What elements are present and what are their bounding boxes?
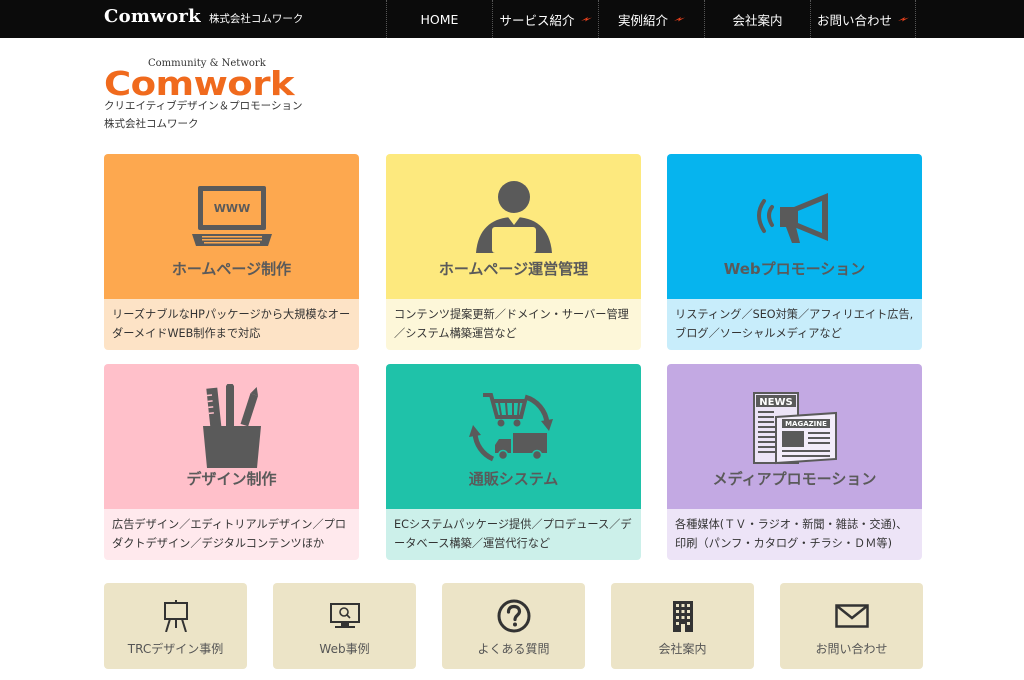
- card-title: デザイン制作: [186, 470, 277, 488]
- top-navigation-bar: Comwork 株式会社コムワーク HOME サービス紹介 実例紹介 会社案内 …: [0, 0, 1024, 38]
- nav-item-contact[interactable]: お問い合わせ: [810, 0, 916, 38]
- nav-label: HOME: [420, 11, 459, 27]
- tile-company-info[interactable]: 会社案内: [611, 583, 754, 669]
- brand-name: Comwork: [104, 6, 201, 27]
- building-icon: [611, 599, 754, 633]
- tile-label: Web事例: [319, 642, 370, 656]
- card-top: WWW ホームページ制作: [104, 154, 359, 299]
- laptop-www-icon: WWW: [104, 172, 359, 262]
- card-title: Webプロモーション: [723, 260, 866, 278]
- tile-label: 会社案内: [658, 642, 707, 656]
- service-card-ec-system[interactable]: 通販システム ECシステムパッケージ提供／プロデュース／データベース構築／運営代…: [386, 364, 641, 560]
- nav-item-company[interactable]: 会社案内: [704, 0, 810, 38]
- tile-trc-design-examples[interactable]: TRCデザイン事例: [104, 583, 247, 669]
- cart-truck-icon: [386, 382, 641, 472]
- nav-label: 会社案内: [732, 12, 783, 28]
- easel-icon: [104, 599, 247, 633]
- tile-contact[interactable]: お問い合わせ: [780, 583, 923, 669]
- arrow-right-icon: [674, 17, 685, 22]
- service-card-homepage-management[interactable]: ホームページ運営管理 コンテンツ提案更新／ドメイン・サーバー管理／システム構築運…: [386, 154, 641, 350]
- card-top: 通販システム: [386, 364, 641, 509]
- card-description: 各種媒体(ＴＶ・ラジオ・新聞・雑誌・交通)、印刷（パンフ・カタログ・チラシ・ＤＭ…: [667, 509, 922, 560]
- magazine-text: MAGAZINE: [785, 420, 827, 428]
- newspaper-icon: NEWS MAGAZINE: [667, 382, 922, 472]
- nav-label: お問い合わせ: [816, 12, 892, 28]
- card-description: リスティング／SEO対策／アフィリエイト広告,ブログ／ソーシャルメディアなど: [667, 299, 922, 350]
- card-title: メディアプロモーション: [712, 470, 877, 488]
- nav-item-services[interactable]: サービス紹介: [492, 0, 598, 38]
- tile-web-examples[interactable]: Web事例: [273, 583, 416, 669]
- card-top: Webプロモーション: [667, 154, 922, 299]
- logo-line-2: 株式会社コムワーク: [104, 118, 199, 130]
- card-description: 広告デザイン／エディトリアルデザイン／プロダクトデザイン／デジタルコンテンツほか: [104, 509, 359, 560]
- service-card-homepage-production[interactable]: WWW ホームページ制作 リーズナブルなHPパッケージから大規模なオーダーメイド…: [104, 154, 359, 350]
- card-top: デザイン制作: [104, 364, 359, 509]
- pen-cup-icon: [104, 382, 359, 472]
- tile-label: TRCデザイン事例: [127, 642, 224, 656]
- card-top: NEWS MAGAZINE メディアプロモーション: [667, 364, 922, 509]
- brand-subtitle: 株式会社コムワーク: [208, 13, 304, 25]
- main-nav: HOME サービス紹介 実例紹介 会社案内 お問い合わせ: [386, 0, 916, 38]
- card-description: コンテンツ提案更新／ドメイン・サーバー管理／システム構築運営など: [386, 299, 641, 350]
- nav-item-home[interactable]: HOME: [386, 0, 492, 38]
- arrow-right-icon: [580, 17, 592, 22]
- nav-item-examples[interactable]: 実例紹介: [598, 0, 704, 38]
- logo-line-1: クリエイティブデザイン＆プロモーション: [104, 100, 303, 112]
- card-title: ホームページ運営管理: [438, 260, 589, 278]
- laptop-screen-text: WWW: [213, 202, 249, 215]
- service-card-design-production[interactable]: デザイン制作 広告デザイン／エディトリアルデザイン／プロダクトデザイン／デジタル…: [104, 364, 359, 560]
- card-title: 通販システム: [468, 470, 559, 488]
- tile-label: お問い合わせ: [815, 642, 888, 656]
- tile-faq[interactable]: よくある質問: [442, 583, 585, 669]
- tile-label: よくある質問: [477, 642, 550, 656]
- arrow-right-icon: [898, 17, 909, 22]
- envelope-icon: [780, 599, 923, 633]
- megaphone-icon: [667, 172, 922, 262]
- comwork-wordmark-logo: Comwork: [104, 68, 296, 98]
- card-description: リーズナブルなHPパッケージから大規模なオーダーメイドWEB制作まで対応: [104, 299, 359, 350]
- nav-label: サービス紹介: [499, 12, 575, 28]
- monitor-search-icon: [273, 599, 416, 633]
- news-text: NEWS: [759, 397, 792, 408]
- card-title: ホームページ制作: [171, 260, 292, 278]
- person-laptop-icon: [386, 172, 641, 262]
- card-description: ECシステムパッケージ提供／プロデュース／データベース構築／運営代行など: [386, 509, 641, 560]
- logo-wordmark-text: Comwork: [104, 68, 296, 98]
- card-top: ホームページ運営管理: [386, 154, 641, 299]
- header-brand[interactable]: Comwork 株式会社コムワーク: [104, 6, 303, 32]
- question-circle-icon: [442, 599, 585, 633]
- nav-label: 実例紹介: [617, 12, 668, 28]
- service-card-web-promotion[interactable]: Webプロモーション リスティング／SEO対策／アフィリエイト広告,ブログ／ソー…: [667, 154, 922, 350]
- service-card-media-promotion[interactable]: NEWS MAGAZINE メディアプロモーション 各種媒体(ＴＶ・ラジオ・新聞…: [667, 364, 922, 560]
